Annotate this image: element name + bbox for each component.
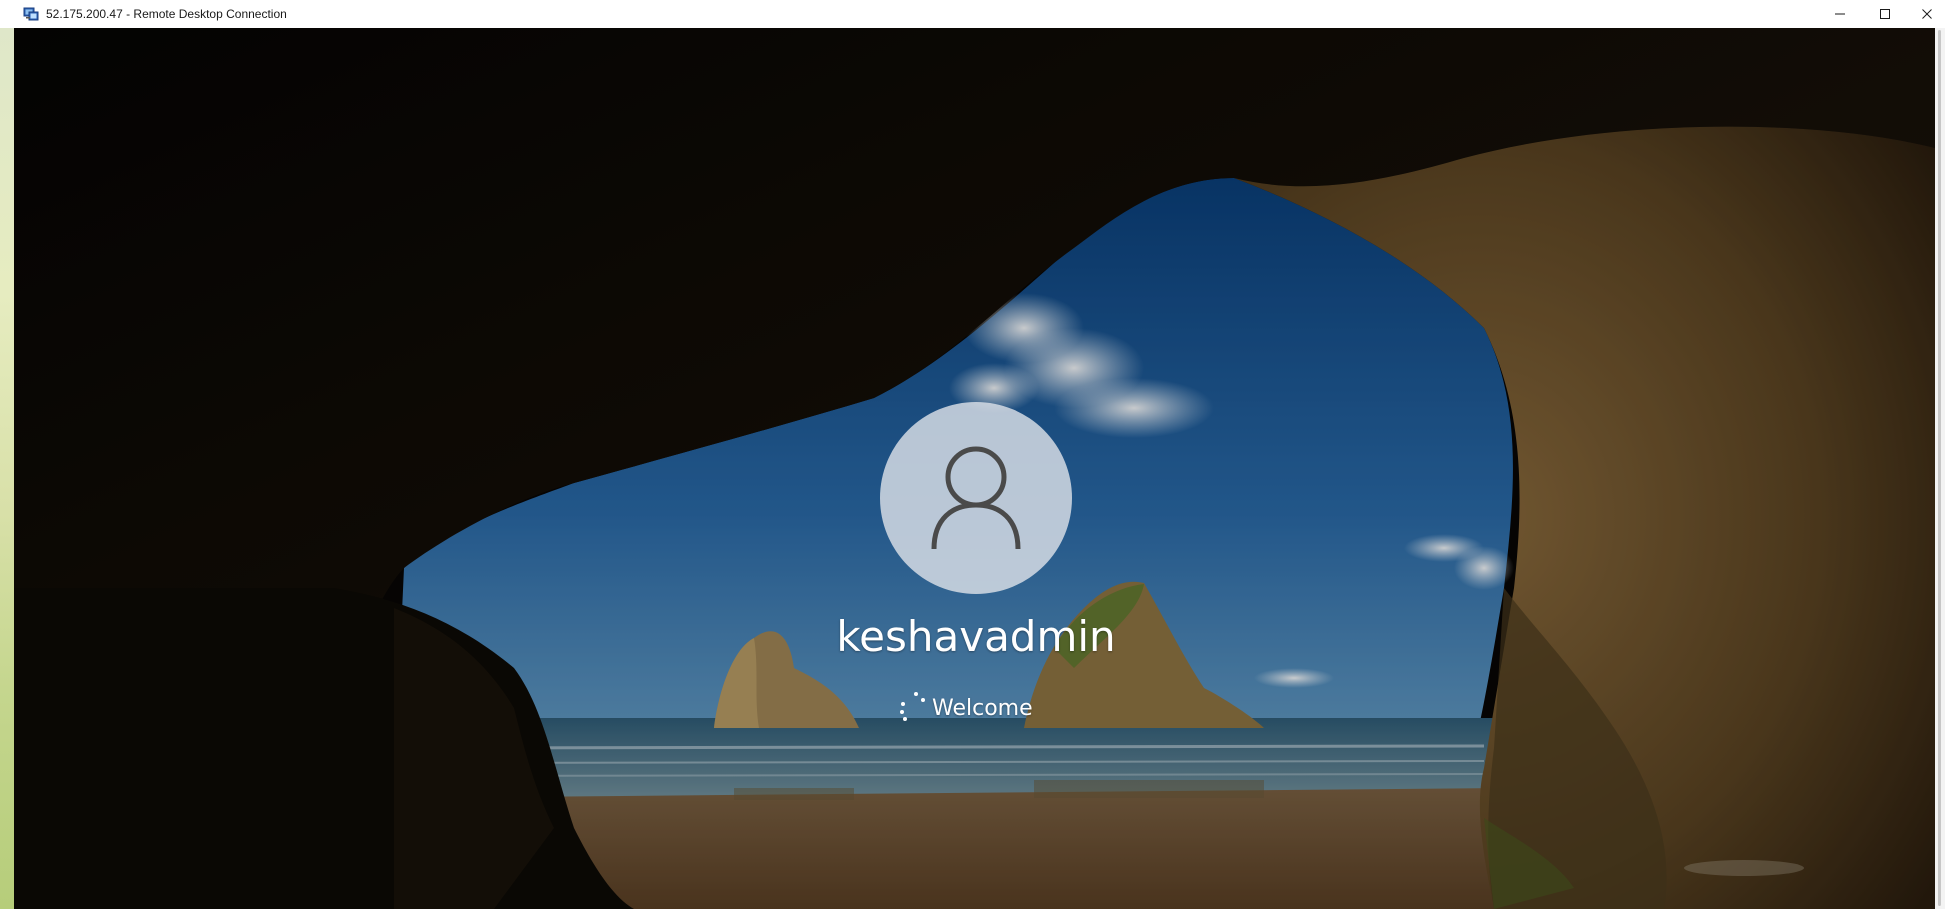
login-status: Welcome: [890, 690, 1033, 726]
remote-desktop-icon[interactable]: [23, 6, 39, 22]
minimize-button[interactable]: [1817, 0, 1863, 28]
window-scrollbar[interactable]: [1935, 28, 1945, 909]
window-title: 52.175.200.47 - Remote Desktop Connectio…: [46, 7, 287, 21]
remote-session-screen[interactable]: keshavadmin Welcome: [14, 28, 1935, 909]
remote-desktop-window: 52.175.200.47 - Remote Desktop Connectio…: [0, 0, 1945, 909]
minimize-icon: [1834, 8, 1846, 20]
close-icon: [1921, 8, 1933, 20]
username-label: keshavadmin: [836, 612, 1116, 661]
scrollbar-thumb[interactable]: [1938, 30, 1941, 906]
maximize-button[interactable]: [1862, 0, 1908, 28]
user-avatar: [880, 402, 1072, 594]
close-button[interactable]: [1908, 0, 1945, 28]
loading-spinner-icon: [890, 690, 930, 726]
host-desktop-edge: [0, 28, 14, 909]
user-icon: [928, 441, 1024, 555]
maximize-icon: [1879, 8, 1891, 20]
status-text: Welcome: [932, 695, 1033, 721]
title-bar[interactable]: 52.175.200.47 - Remote Desktop Connectio…: [0, 0, 1945, 28]
